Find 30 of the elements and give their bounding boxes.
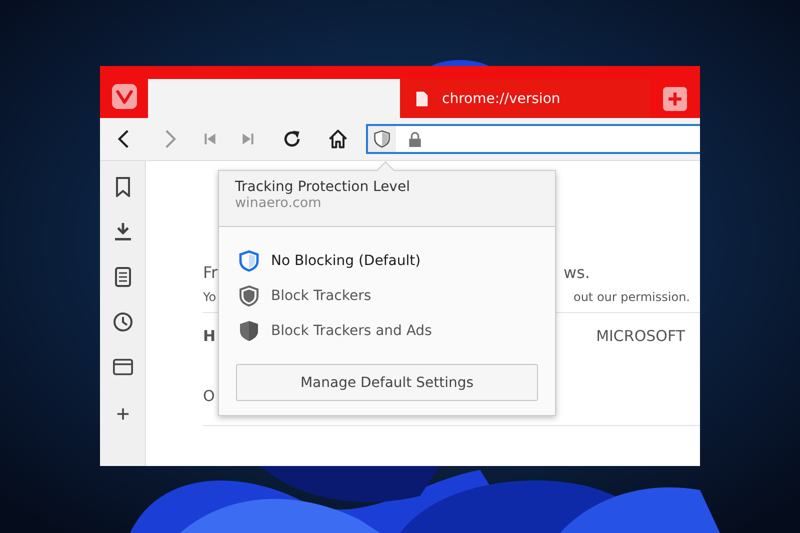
page-text: Yo: [203, 290, 216, 304]
site-name: winaero.com: [235, 195, 322, 211]
notes-icon[interactable]: [112, 267, 132, 287]
page-text: H: [203, 327, 216, 345]
tab[interactable]: chrome://version: [400, 79, 650, 118]
manage-settings-button[interactable]: Manage Default Settings: [236, 364, 538, 401]
lock-icon: [408, 132, 422, 146]
fast-forward-icon[interactable]: [240, 131, 256, 147]
protection-option[interactable]: Block Trackers: [236, 278, 538, 313]
page-text: out our permission.: [573, 290, 690, 304]
page-text: Fr: [203, 263, 218, 282]
page-text: MICROSOFT: [596, 327, 685, 345]
popup-title: Tracking Protection Level: [235, 179, 411, 195]
page-text: ws.: [563, 263, 590, 282]
address-field[interactable]: [366, 124, 700, 154]
protection-option[interactable]: Block Trackers and Ads: [236, 313, 538, 348]
download-icon[interactable]: [112, 222, 132, 242]
home-icon[interactable]: [327, 128, 349, 150]
page-text: O: [203, 387, 215, 405]
add-icon[interactable]: [114, 406, 130, 422]
window-icon[interactable]: [112, 357, 132, 377]
shield-icon: [239, 284, 259, 306]
shield-icon: [239, 320, 259, 342]
rewind-icon[interactable]: [202, 131, 218, 147]
protection-option[interactable]: No Blocking (Default): [236, 243, 538, 278]
tab-title: chrome://version: [442, 90, 560, 106]
shield-icon: [239, 250, 259, 272]
document-icon: [416, 90, 428, 106]
history-icon[interactable]: [112, 312, 132, 332]
shield-icon[interactable]: [374, 130, 390, 148]
